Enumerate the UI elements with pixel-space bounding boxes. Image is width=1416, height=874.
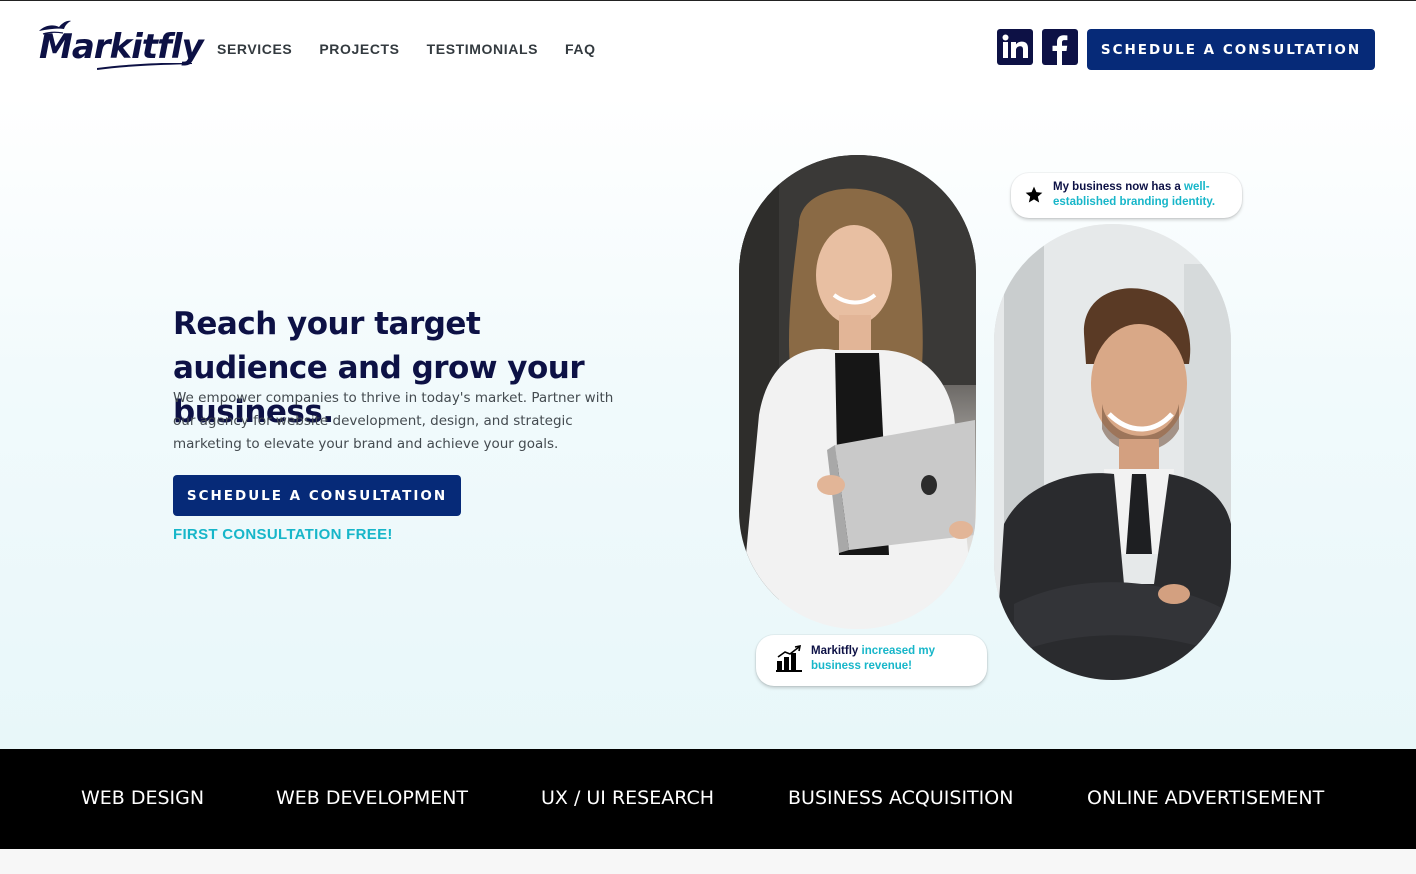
nav-projects[interactable]: PROJECTS bbox=[319, 41, 399, 57]
testimonial-text-revenue: Markitfly increased my business revenue! bbox=[811, 644, 981, 674]
nav-services[interactable]: SERVICES bbox=[217, 41, 292, 57]
markitfly-logo[interactable]: Markitfly bbox=[37, 19, 204, 73]
hero-description: We empower companies to thrive in today'… bbox=[173, 390, 614, 452]
testimonial-prefix: Markitfly bbox=[811, 645, 862, 657]
header-schedule-button[interactable]: SCHEDULE A CONSULTATION bbox=[1087, 29, 1375, 70]
linkedin-icon[interactable] bbox=[997, 29, 1033, 65]
service-business-acquisition: BUSINESS ACQUISITION bbox=[788, 787, 1014, 809]
logo-underline bbox=[97, 63, 192, 70]
main-nav: SERVICES PROJECTS TESTIMONIALS FAQ bbox=[217, 41, 596, 57]
testimonial-badge-branding: My business now has a well-established b… bbox=[1011, 173, 1242, 218]
testimonial-badge-revenue: Markitfly increased my business revenue! bbox=[756, 635, 987, 686]
service-web-design: WEB DESIGN bbox=[81, 787, 205, 809]
man-portrait-image bbox=[994, 224, 1231, 680]
site-header: Markitfly SERVICES PROJECTS TESTIMONIALS… bbox=[0, 1, 1416, 96]
service-web-development: WEB DEVELOPMENT bbox=[276, 787, 469, 809]
hero-schedule-button[interactable]: SCHEDULE A CONSULTATION bbox=[173, 475, 461, 516]
free-consultation-note: FIRST CONSULTATION FREE! bbox=[173, 526, 393, 543]
testimonial-prefix: My business now has a bbox=[1053, 181, 1185, 193]
facebook-icon[interactable] bbox=[1042, 29, 1078, 65]
logo-wordmark: Markitfly bbox=[39, 27, 204, 67]
next-section-edge bbox=[0, 849, 1416, 874]
nav-testimonials[interactable]: TESTIMONIALS bbox=[427, 41, 538, 57]
nav-faq[interactable]: FAQ bbox=[565, 41, 596, 57]
testimonial-text-branding: My business now has a well-established b… bbox=[1053, 180, 1233, 210]
star-icon bbox=[1025, 186, 1043, 203]
services-bar: WEB DESIGN WEB DEVELOPMENT UX / UI RESEA… bbox=[0, 749, 1416, 849]
service-online-advertisement: ONLINE ADVERTISEMENT bbox=[1087, 787, 1325, 809]
service-ux-ui-research: UX / UI RESEARCH bbox=[541, 787, 715, 809]
woman-portrait-image bbox=[739, 155, 976, 629]
hero-section: Reach your target audience and grow your… bbox=[0, 96, 1416, 749]
bar-chart-growth-icon bbox=[776, 645, 802, 672]
